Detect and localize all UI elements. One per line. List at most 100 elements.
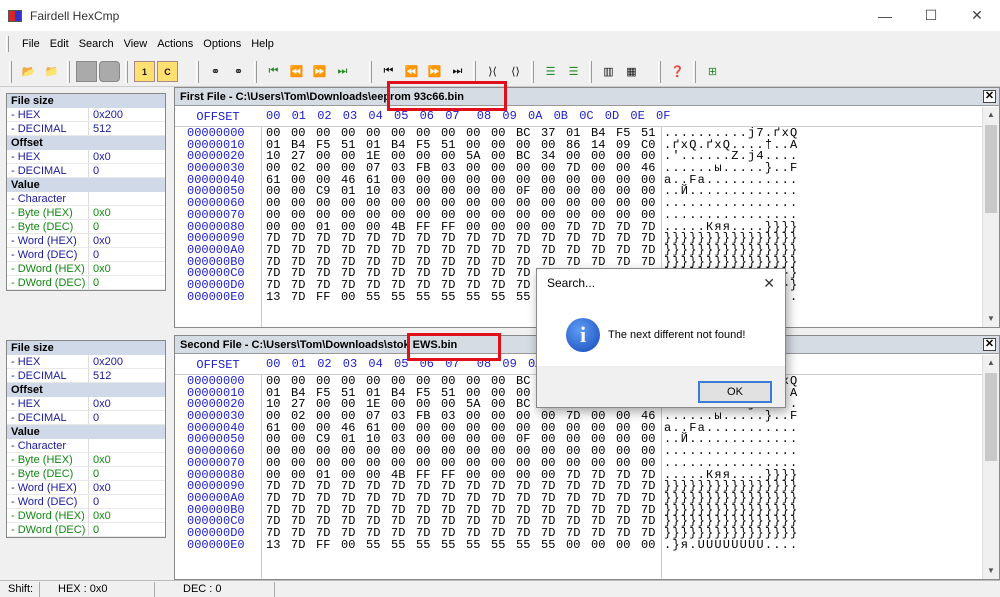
scroll-down-icon[interactable]: ▼: [983, 311, 999, 327]
toolbar-separator: [125, 60, 128, 83]
vertical-scrollbar[interactable]: ▲ ▼: [982, 107, 999, 327]
info-row: - DWord (HEX) 0x0: [7, 262, 165, 276]
info-row: - Byte (HEX) 0x0: [7, 206, 165, 220]
info-row: - DECIMAL 0: [7, 164, 165, 178]
sync-icon[interactable]: ⟩⟨: [482, 61, 503, 82]
info-section-header: File size: [7, 94, 165, 108]
dialog-footer: OK: [537, 366, 785, 407]
info-row: - HEX 0x0: [7, 150, 165, 164]
info-key: - Byte (HEX): [7, 206, 89, 219]
scroll-up-icon[interactable]: ▲: [983, 355, 999, 371]
columns-icon[interactable]: ▦: [621, 61, 642, 82]
open-second-file-icon[interactable]: 📁: [41, 61, 62, 82]
toolbar-separator: [67, 60, 70, 83]
binoculars-next-icon[interactable]: ⚭: [228, 61, 249, 82]
highlight-box-second-filename: [407, 333, 501, 361]
info-key: - Character: [7, 439, 89, 452]
menu-edit[interactable]: Edit: [45, 38, 74, 50]
compare-icon[interactable]: ▥: [598, 61, 619, 82]
scroll-down-icon[interactable]: ▼: [983, 563, 999, 579]
offset-divider: [261, 126, 262, 327]
info-row: - Character: [7, 439, 165, 453]
info-key: - Byte (DEC): [7, 220, 89, 233]
open-file-icon[interactable]: 📂: [18, 61, 39, 82]
next-block-icon[interactable]: ⏩: [424, 61, 445, 82]
first-block-icon[interactable]: ⏮: [378, 61, 399, 82]
status-dec: DEC : 0: [155, 581, 275, 597]
maximize-button[interactable]: ☐: [908, 0, 954, 31]
toolbar-separator: [196, 60, 199, 83]
info-row: - Word (DEC) 0: [7, 248, 165, 262]
toolbar-separator: [589, 60, 592, 83]
close-panel-icon[interactable]: ✕: [983, 90, 996, 103]
column-header-row: OFFSET 00 01 02 03 04 05 06 07 08 09 0A 0B 0C 0D 0E 0F: [175, 107, 670, 126]
menu-options[interactable]: Options: [198, 38, 246, 50]
info-row: - DWord (DEC) 0: [7, 276, 165, 290]
info-key: - HEX: [7, 150, 89, 163]
info-row: - DECIMAL 512: [7, 122, 165, 136]
row-hex-bytes[interactable]: 13 7D FF 00 55 55 55 55 55 55 55 55 00 0…: [266, 539, 655, 552]
close-panel-icon[interactable]: ✕: [983, 338, 996, 351]
row-ascii[interactable]: .}я.UUUUUUUU....: [664, 539, 798, 552]
info-row: - DECIMAL 0: [7, 411, 165, 425]
help-icon[interactable]: ❓: [667, 61, 688, 82]
one-icon[interactable]: 1: [134, 61, 155, 82]
c-icon[interactable]: C: [157, 61, 178, 82]
last-diff-icon[interactable]: ⏭: [332, 61, 353, 82]
ok-button[interactable]: OK: [698, 381, 772, 403]
info-value: 0: [93, 249, 100, 261]
info-section-header: Value: [7, 178, 165, 192]
menu-help[interactable]: Help: [246, 38, 279, 50]
prev-block-icon[interactable]: ⏪: [401, 61, 422, 82]
unsync-icon[interactable]: ⟨⟩: [505, 61, 526, 82]
menu-file[interactable]: File: [17, 38, 45, 50]
info-row: - Word (HEX) 0x0: [7, 234, 165, 248]
info-key: - Word (DEC): [7, 495, 89, 508]
info-key: - Word (DEC): [7, 248, 89, 261]
scroll-thumb[interactable]: [985, 125, 997, 213]
first-diff-icon[interactable]: ⏮: [263, 61, 284, 82]
vertical-scrollbar[interactable]: ▲ ▼: [982, 355, 999, 579]
dialog-close-icon[interactable]: ✕: [763, 269, 775, 297]
info-row: - Word (DEC) 0: [7, 495, 165, 509]
highlight-box-first-filename: [387, 81, 507, 111]
info-row: - HEX 0x200: [7, 108, 165, 122]
info-value: 0: [93, 524, 100, 536]
info-row: - DWord (DEC) 0: [7, 523, 165, 537]
info-key: - DECIMAL: [7, 369, 89, 382]
menu-search[interactable]: Search: [74, 38, 119, 50]
column-header: 0D: [604, 109, 620, 123]
align2-icon[interactable]: ☰: [563, 61, 584, 82]
scroll-thumb[interactable]: [985, 373, 997, 461]
minimize-button[interactable]: —: [862, 0, 908, 31]
info-section-header: Value: [7, 425, 165, 439]
info-key: - HEX: [7, 397, 89, 410]
close-button[interactable]: ✕: [954, 0, 1000, 31]
scroll-up-icon[interactable]: ▲: [983, 107, 999, 123]
menu-view[interactable]: View: [119, 38, 153, 50]
info-row: - DECIMAL 512: [7, 369, 165, 383]
column-header: 01: [291, 109, 306, 123]
stop-icon[interactable]: [76, 61, 97, 82]
info-row: - HEX 0x0: [7, 397, 165, 411]
info-value: 0x0: [93, 263, 111, 275]
column-header: 0F: [656, 109, 671, 123]
prev-diff-icon[interactable]: ⏪: [286, 61, 307, 82]
exit-icon[interactable]: ⊞: [702, 61, 723, 82]
menu-actions[interactable]: Actions: [152, 38, 198, 50]
column-header: 04: [368, 109, 383, 123]
info-panel-second: File size - HEX 0x200 - DECIMAL 512 Offset …: [6, 340, 166, 538]
binoculars-icon[interactable]: ⚭: [205, 61, 226, 82]
window-title: Fairdell HexCmp: [30, 8, 120, 23]
info-value: 0: [93, 412, 100, 424]
last-block-icon[interactable]: ⏭: [447, 61, 468, 82]
next-diff-icon[interactable]: ⏩: [309, 61, 330, 82]
align-icon[interactable]: ☰: [540, 61, 561, 82]
info-value: 0x0: [93, 398, 111, 410]
gray-icon[interactable]: [99, 61, 120, 82]
info-key: - DECIMAL: [7, 164, 89, 177]
info-key: - DWord (HEX): [7, 262, 89, 275]
info-key: - Word (HEX): [7, 234, 89, 247]
status-hex: HEX : 0x0: [40, 581, 155, 597]
info-key: - Character: [7, 192, 89, 205]
